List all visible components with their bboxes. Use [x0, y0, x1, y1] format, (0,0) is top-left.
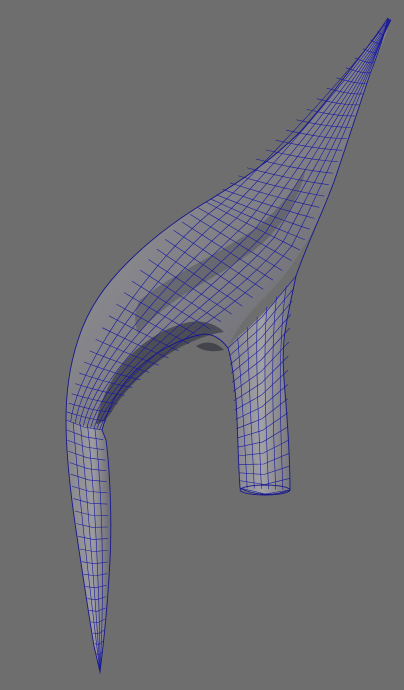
mesh-crotch-shadow: [196, 342, 224, 352]
mesh-render[interactable]: [0, 0, 404, 690]
mesh-upper-body: [66, 18, 389, 430]
3d-viewport[interactable]: [0, 0, 404, 690]
